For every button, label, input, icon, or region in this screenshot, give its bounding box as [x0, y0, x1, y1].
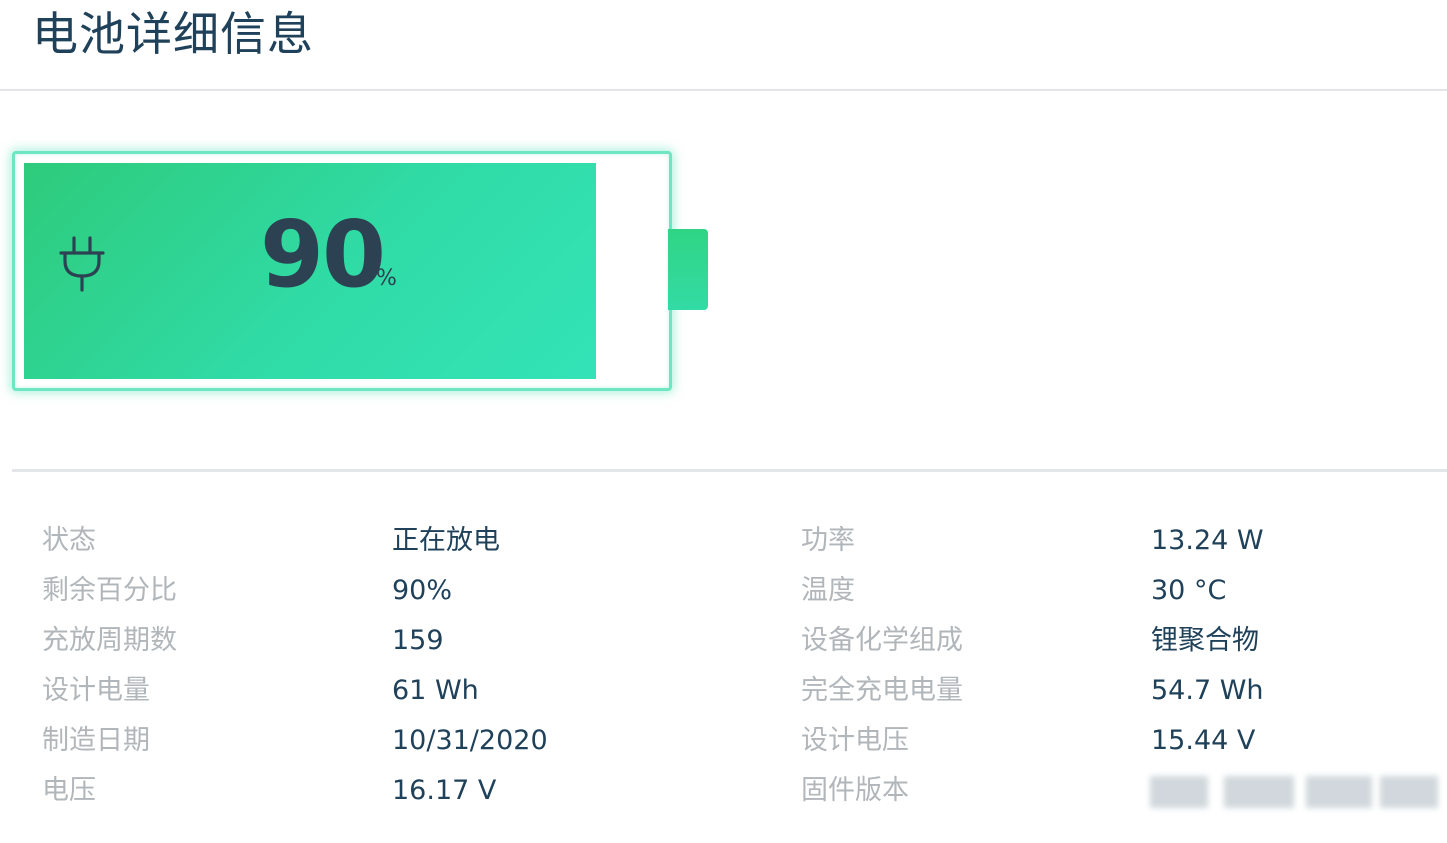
redaction-block	[1224, 776, 1294, 808]
manufacture-date-label: 制造日期	[42, 725, 150, 756]
design-voltage-value: 15.44 V	[1151, 725, 1256, 756]
status-value: 正在放电	[392, 525, 500, 556]
chemistry-value: 锂聚合物	[1151, 625, 1259, 656]
remaining-percent-label: 剩余百分比	[42, 575, 177, 606]
temperature-value: 30 °C	[1151, 575, 1227, 606]
voltage-label: 电压	[42, 775, 96, 806]
cycle-count-value: 159	[392, 625, 444, 656]
plug-icon-svg	[59, 236, 105, 292]
section-divider	[12, 469, 1447, 472]
battery-details-page: 电池详细信息 90 % 状态 正在放电 剩余百分比 90% 充放周期数 159 …	[0, 0, 1447, 843]
battery-percent-value: 90	[260, 201, 386, 308]
cycle-count-label: 充放周期数	[42, 625, 177, 656]
design-voltage-label: 设计电压	[801, 725, 909, 756]
full-charge-capacity-value: 54.7 Wh	[1151, 675, 1264, 706]
battery-terminal	[668, 229, 708, 310]
full-charge-capacity-label: 完全充电电量	[801, 675, 963, 706]
header-divider	[0, 89, 1447, 91]
manufacture-date-value: 10/31/2020	[392, 725, 548, 756]
page-title: 电池详细信息	[32, 7, 314, 61]
remaining-percent-value: 90%	[392, 575, 453, 606]
design-capacity-label: 设计电量	[42, 675, 150, 706]
chemistry-label: 设备化学组成	[801, 625, 963, 656]
power-label: 功率	[801, 525, 855, 556]
power-value: 13.24 W	[1151, 525, 1264, 556]
firmware-version-value-redacted	[1148, 772, 1442, 812]
plug-icon	[57, 234, 107, 294]
design-capacity-value: 61 Wh	[392, 675, 479, 706]
firmware-version-label: 固件版本	[801, 775, 909, 806]
redaction-block	[1150, 776, 1208, 808]
battery-percent-sign: %	[376, 266, 397, 291]
redaction-block	[1380, 776, 1438, 808]
redaction-block	[1306, 776, 1372, 808]
temperature-label: 温度	[801, 575, 855, 606]
status-label: 状态	[42, 525, 96, 556]
voltage-value: 16.17 V	[392, 775, 497, 806]
